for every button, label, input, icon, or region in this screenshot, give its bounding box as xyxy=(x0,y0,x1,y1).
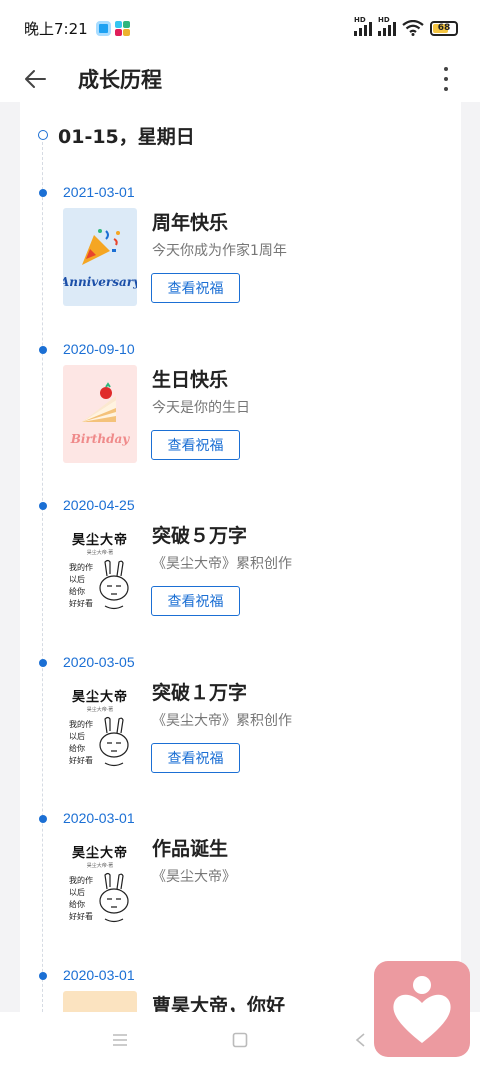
heart-floating-button[interactable] xyxy=(374,961,470,1057)
status-app-icons xyxy=(95,20,130,36)
entry-date: 2020-04-25 xyxy=(63,497,135,513)
signal-label: HD xyxy=(378,16,390,24)
view-wishes-button[interactable]: 查看祝福 xyxy=(151,743,240,773)
thumb-label: Anniversary xyxy=(63,275,137,289)
app-notification-icon xyxy=(95,20,111,36)
entry-description: 《昊尘大帝》累积创作 xyxy=(152,713,292,729)
timeline-dot xyxy=(39,659,47,667)
entry-title: 突破５万字 xyxy=(152,525,248,547)
timeline-dot xyxy=(39,815,47,823)
svg-text:我的作: 我的作 xyxy=(69,875,93,885)
entry-description: 《昊尘大帝》 xyxy=(152,869,236,885)
timeline-entry: 2020-04-25 昊尘大帝 昊尘大帝·著 我的作 以后 给你 好好看 突破５… xyxy=(20,491,461,631)
timeline-card: 01-15，星期日 2021-03-01 Anniversary 周年快乐 今天… xyxy=(20,102,461,1012)
recent-apps-button[interactable] xyxy=(100,1020,140,1060)
svg-text:给你: 给你 xyxy=(69,899,85,909)
svg-text:好好看: 好好看 xyxy=(69,911,93,921)
svg-text:给你: 给你 xyxy=(69,586,85,596)
timeline-entry: 2020-09-10 Birthday 生日快乐 今天是你的生日 查看祝福 xyxy=(20,335,461,475)
entry-description: 今天是你的生日 xyxy=(152,400,250,416)
party-popper-icon xyxy=(82,229,120,265)
svg-text:以后: 以后 xyxy=(69,574,85,584)
timeline-header: 01-15，星期日 xyxy=(20,120,195,150)
entry-title: 周年快乐 xyxy=(152,212,229,234)
book-cover-subtitle: 昊尘大帝·著 xyxy=(86,862,114,869)
svg-text:以后: 以后 xyxy=(69,887,85,897)
entry-date: 2021-03-01 xyxy=(63,184,135,200)
view-wishes-button[interactable]: 查看祝福 xyxy=(151,273,240,303)
entry-description: 《昊尘大帝》累积创作 xyxy=(152,556,292,572)
signal-icon: HD xyxy=(354,16,372,36)
svg-text:以后: 以后 xyxy=(69,731,85,741)
book-cover-thumbnail: 昊尘大帝 昊尘大帝·著 我的作 以后 给你 好好看 xyxy=(63,521,137,619)
triangle-back-icon xyxy=(355,1032,365,1047)
book-cover-subtitle: 昊尘大帝·著 xyxy=(86,549,114,556)
svg-text:我的作: 我的作 xyxy=(69,562,93,572)
app-bar: 成长历程 xyxy=(0,56,480,102)
timeline-dot xyxy=(39,502,47,510)
timeline-entry: 2020-03-05 昊尘大帝 昊尘大帝·著 我的作 以后 给你 好好看 突破１… xyxy=(20,648,461,788)
cake-icon xyxy=(82,382,116,422)
signal-label: HD xyxy=(354,16,366,24)
battery-icon: 68 xyxy=(430,20,458,36)
bunny-illustration-icon: 我的作 以后 给你 好好看 xyxy=(69,716,129,766)
svg-text:好好看: 好好看 xyxy=(69,755,93,765)
entry-date: 2020-09-10 xyxy=(63,341,135,357)
birthday-thumbnail: Birthday xyxy=(63,365,137,463)
book-cover-thumbnail: 昊尘大帝 昊尘大帝·著 我的作 以后 给你 好好看 xyxy=(63,678,137,776)
square-home-icon xyxy=(232,1032,248,1047)
entry-title: 生日快乐 xyxy=(152,369,229,391)
svg-text:给你: 给你 xyxy=(69,743,85,753)
svg-text:我的作: 我的作 xyxy=(69,719,93,729)
timeline-dot xyxy=(39,189,47,197)
more-vertical-icon xyxy=(444,67,448,71)
timeline-header-dot xyxy=(38,130,48,140)
thumb-label: Birthday xyxy=(70,432,130,446)
entry-title: 作品诞生 xyxy=(152,838,229,860)
book-cover-title: 昊尘大帝 xyxy=(71,532,128,548)
page-title: 成长历程 xyxy=(78,68,162,92)
arrow-left-icon xyxy=(25,70,46,88)
battery-level: 68 xyxy=(437,23,451,33)
timeline-dot xyxy=(39,972,47,980)
timeline-entry: 2021-03-01 Anniversary 周年快乐 今天你成为作家1周年 查… xyxy=(20,178,461,318)
view-wishes-button[interactable]: 查看祝福 xyxy=(151,586,240,616)
svg-text:好好看: 好好看 xyxy=(69,598,93,608)
home-button[interactable] xyxy=(220,1020,260,1060)
anniversary-thumbnail: Anniversary xyxy=(63,208,137,306)
status-indicators: HD HD 68 xyxy=(354,16,458,36)
entry-date: 2020-03-01 xyxy=(63,967,135,983)
menu-icon xyxy=(113,1033,127,1046)
bunny-illustration-icon: 我的作 以后 给你 好好看 xyxy=(69,559,129,609)
signal-icon: HD xyxy=(378,16,396,36)
book-cover-title: 昊尘大帝 xyxy=(71,845,128,861)
back-button[interactable] xyxy=(0,56,70,102)
more-options-button[interactable] xyxy=(426,56,466,102)
entry-date: 2020-03-05 xyxy=(63,654,135,670)
entry-title: 曹昊大帝，你好 xyxy=(152,995,286,1012)
status-time: 晚上7:21 xyxy=(24,19,88,38)
timeline-dot xyxy=(39,346,47,354)
book-cover-title: 昊尘大帝 xyxy=(71,689,128,705)
wifi-icon xyxy=(402,20,424,36)
entry-title: 突破１万字 xyxy=(152,682,248,704)
entry-date: 2020-03-01 xyxy=(63,810,135,826)
status-bar: 晚上7:21 HD HD 68 xyxy=(0,0,480,56)
book-cover-subtitle: 昊尘大帝·著 xyxy=(86,706,114,713)
view-wishes-button[interactable]: 查看祝福 xyxy=(151,430,240,460)
timeline-header-date: 01-15，星期日 xyxy=(58,125,195,148)
heart-person-icon xyxy=(393,976,451,1043)
slack-like-notification-icon xyxy=(114,20,130,36)
timeline-entry: 2020-03-01 昊尘大帝 昊尘大帝·著 我的作 以后 给你 好好看 作品诞… xyxy=(20,804,461,944)
bunny-illustration-icon: 我的作 以后 给你 好好看 xyxy=(69,872,129,922)
entry-description: 今天你成为作家1周年 xyxy=(152,243,287,259)
book-cover-thumbnail: 昊尘大帝 昊尘大帝·著 我的作 以后 给你 好好看 xyxy=(63,834,137,932)
greeting-thumbnail xyxy=(63,991,137,1012)
